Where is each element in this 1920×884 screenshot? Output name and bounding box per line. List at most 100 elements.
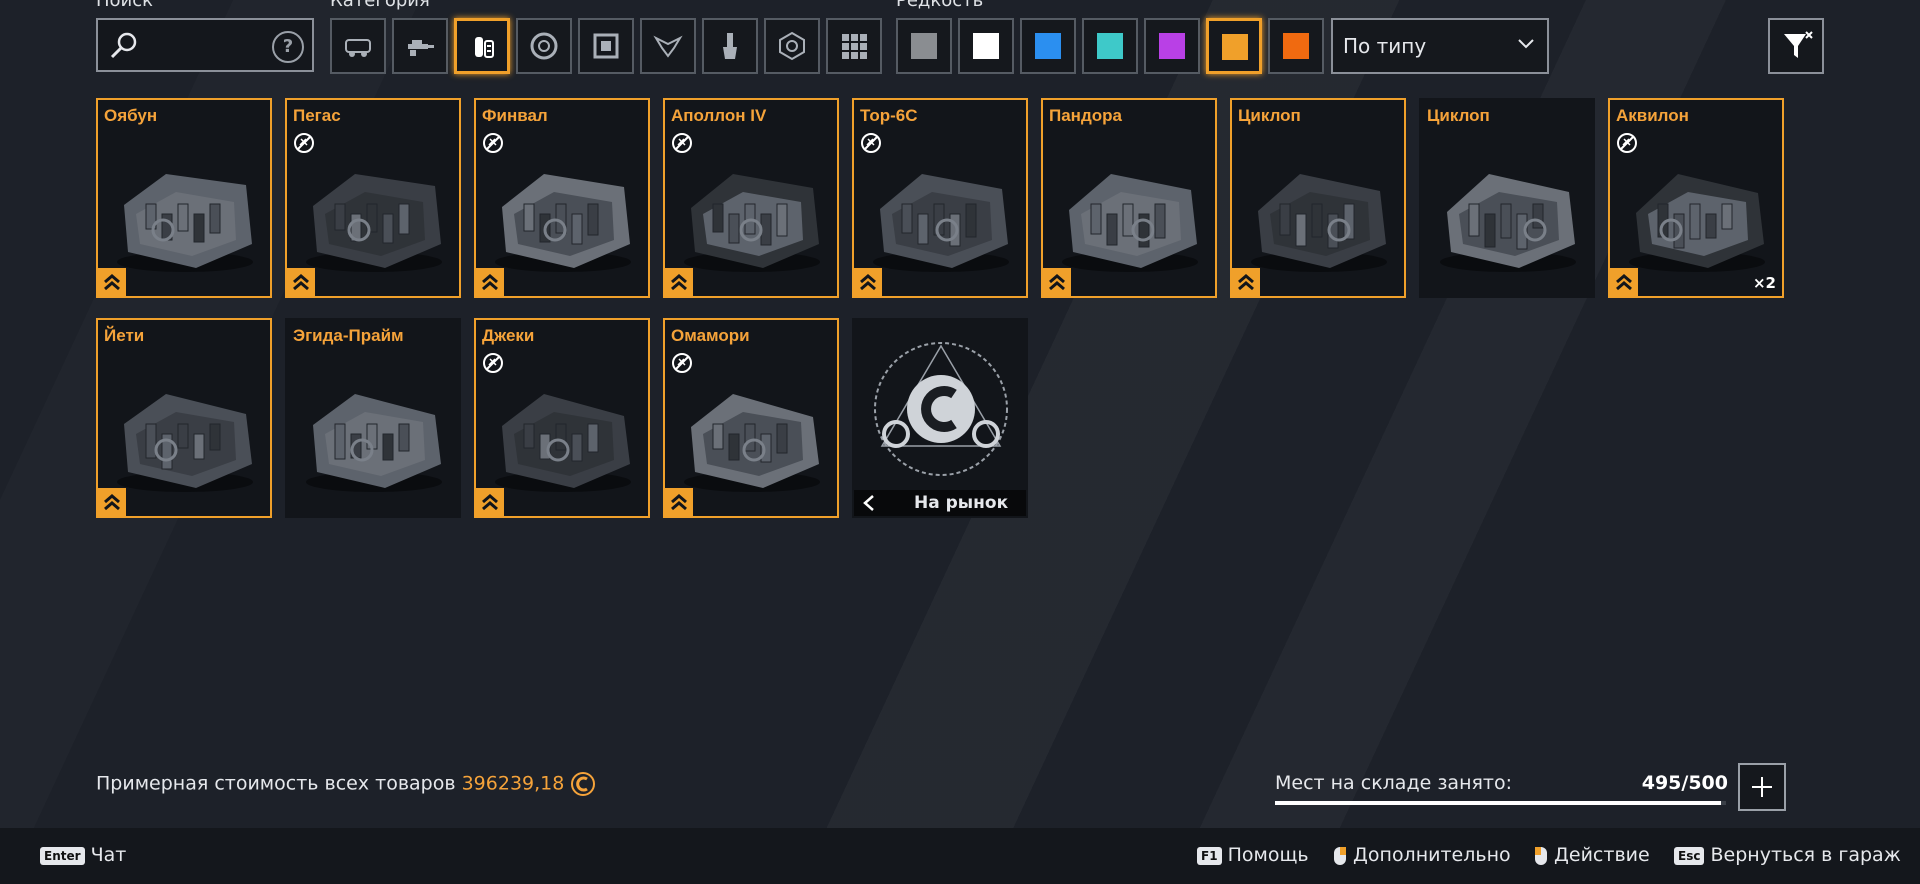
no-sale-icon	[294, 133, 314, 153]
upgrade-chevron-icon	[476, 268, 504, 296]
rarity-swatch	[1283, 33, 1309, 59]
item-image	[1440, 174, 1576, 272]
rarity-swatch	[1222, 34, 1248, 60]
item-image	[684, 174, 820, 272]
rarity-legendary-button[interactable]	[1206, 18, 1262, 74]
rarity-swatch	[1097, 33, 1123, 59]
item-card[interactable]: Тор-6С	[852, 98, 1028, 298]
search-input[interactable]	[146, 32, 270, 62]
mouse-right-icon	[1334, 846, 1346, 865]
total-cost-value: 396239,18	[461, 772, 565, 795]
item-card[interactable]: Пандора	[1041, 98, 1217, 298]
category-wheel-button[interactable]	[516, 18, 572, 74]
item-name: Омамори	[671, 326, 750, 345]
item-image	[495, 174, 631, 272]
item-name: Оябун	[104, 106, 158, 125]
rarity-swatch	[1035, 33, 1061, 59]
upgrade-chevron-icon	[287, 268, 315, 296]
item-quantity: ×2	[1752, 274, 1776, 292]
item-image	[1062, 174, 1198, 272]
item-card[interactable]: Оябун	[96, 98, 272, 298]
item-name: Циклоп	[1238, 106, 1301, 125]
item-image	[684, 394, 820, 492]
storage-label: Мест на складе занято:	[1275, 772, 1513, 794]
item-card[interactable]: Йети	[96, 318, 272, 518]
rarity-rare-button[interactable]	[1020, 18, 1076, 74]
rarity-uncommon-button[interactable]	[958, 18, 1014, 74]
category-decor-button[interactable]	[640, 18, 696, 74]
item-name: Йети	[104, 326, 145, 345]
esc-key-icon: Esc	[1674, 846, 1705, 865]
category-frame-button[interactable]	[578, 18, 634, 74]
rarity-relic-button[interactable]	[1268, 18, 1324, 74]
item-card[interactable]: Эгида-Прайм	[285, 318, 461, 518]
rarity-common-button[interactable]	[896, 18, 952, 74]
rarity-swatch	[1159, 33, 1185, 59]
search-box[interactable]: ?	[96, 18, 314, 72]
total-cost-label: Примерная стоимость всех товаров	[96, 772, 456, 795]
action-button[interactable]: Действие	[1534, 844, 1650, 866]
item-name: Циклоп	[1427, 106, 1490, 125]
category-car-button[interactable]	[330, 18, 386, 74]
enter-key-icon: Enter	[40, 846, 85, 865]
chevron-left-icon	[863, 495, 874, 511]
sort-dropdown-value: По типу	[1343, 34, 1427, 58]
category-hex-module-button[interactable]	[764, 18, 820, 74]
rarity-epic-button[interactable]	[1144, 18, 1200, 74]
market-label: На рынок	[914, 493, 1009, 513]
expand-storage-button[interactable]	[1738, 763, 1786, 811]
item-card[interactable]: Аквилон ×2	[1608, 98, 1784, 298]
no-sale-icon	[861, 133, 881, 153]
upgrade-chevron-icon	[98, 268, 126, 296]
item-image	[1251, 174, 1387, 272]
category-paint-brush-button[interactable]	[702, 18, 758, 74]
footer-bar: Enter Чат F1 Помощь Дополнительно Действ…	[0, 828, 1920, 884]
category-weapon-button[interactable]	[392, 18, 448, 74]
frame-icon	[593, 33, 619, 59]
upgrade-chevron-icon	[476, 488, 504, 516]
sort-dropdown[interactable]: По типу	[1331, 18, 1549, 74]
item-image	[495, 394, 631, 492]
item-card[interactable]: Циклоп	[1419, 98, 1595, 298]
rarity-swatch	[973, 33, 999, 59]
coin-icon	[571, 772, 596, 796]
help-icon[interactable]: ?	[272, 31, 304, 63]
more-label: Дополнительно	[1353, 844, 1511, 866]
wheel-icon	[530, 32, 558, 60]
rarity-special-button[interactable]	[1082, 18, 1138, 74]
market-tile[interactable]: На рынок	[852, 318, 1028, 518]
item-image	[1629, 174, 1765, 272]
item-card[interactable]: Циклоп	[1230, 98, 1406, 298]
item-name: Пандора	[1049, 106, 1122, 125]
no-sale-icon	[483, 133, 503, 153]
category-grid-all-button[interactable]	[826, 18, 882, 74]
back-to-garage-button[interactable]: Esc Вернуться в гараж	[1674, 844, 1901, 866]
item-card[interactable]: Джеки	[474, 318, 650, 518]
f1-key-icon: F1	[1197, 846, 1222, 865]
no-sale-icon	[1617, 133, 1637, 153]
hex-module-icon	[779, 31, 805, 61]
decor-icon	[653, 35, 683, 58]
mouse-left-icon	[1535, 846, 1547, 865]
category-label: Категория	[330, 0, 430, 11]
rarity-label: Редкость	[896, 0, 984, 11]
item-card[interactable]: Аполлон IV	[663, 98, 839, 298]
more-button[interactable]: Дополнительно	[1333, 844, 1511, 866]
clear-filters-button[interactable]	[1768, 18, 1824, 74]
car-icon	[345, 39, 371, 57]
category-engine-button[interactable]	[454, 18, 510, 74]
item-name: Аполлон IV	[671, 106, 767, 125]
help-button[interactable]: F1 Помощь	[1197, 844, 1309, 866]
item-card[interactable]: Омамори	[663, 318, 839, 518]
chat-label: Чат	[90, 844, 127, 866]
item-card[interactable]: Пегас	[285, 98, 461, 298]
item-image	[306, 174, 442, 272]
item-image	[306, 394, 442, 492]
search-label: Поиск	[96, 0, 154, 11]
item-card[interactable]: Финвал	[474, 98, 650, 298]
item-name: Финвал	[482, 106, 548, 125]
item-name: Эгида-Прайм	[293, 326, 404, 345]
upgrade-chevron-icon	[665, 488, 693, 516]
market-bar[interactable]: На рынок	[854, 490, 1026, 516]
chat-button[interactable]: Enter Чат	[40, 844, 126, 866]
